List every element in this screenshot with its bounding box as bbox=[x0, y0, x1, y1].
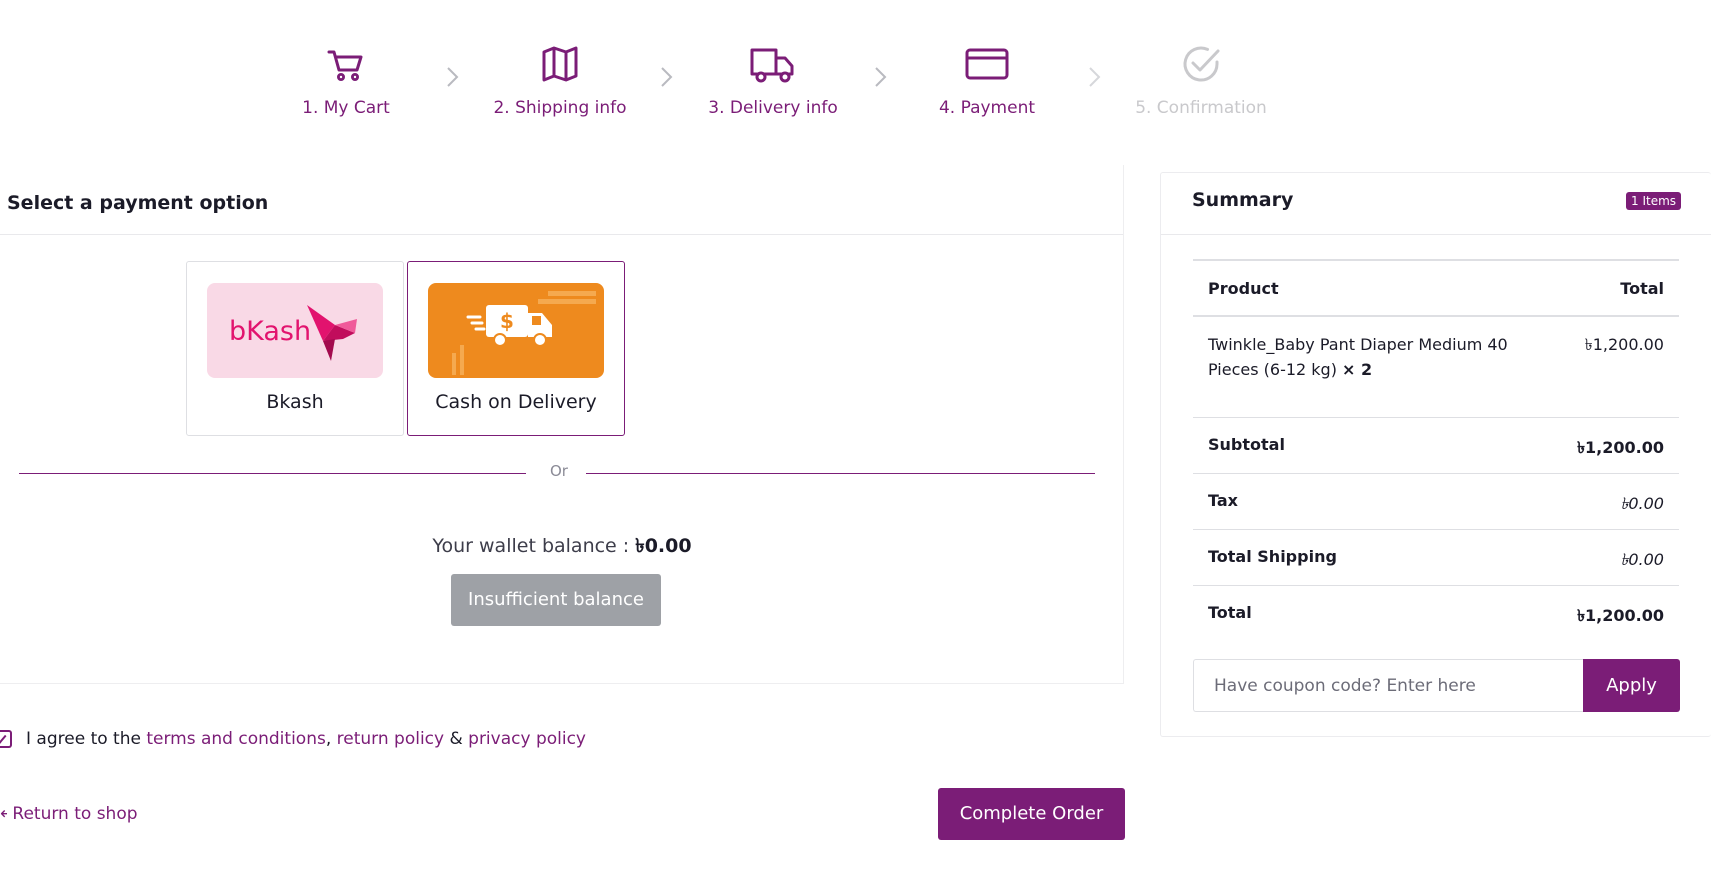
return-label: Return to shop bbox=[12, 804, 138, 824]
order-summary: Summary 1 Items Product Total Twinkle_Ba… bbox=[1160, 172, 1711, 737]
wallet-value: ৳0.00 bbox=[635, 535, 692, 557]
subtotal-row: Subtotal ৳1,200.00 bbox=[1193, 417, 1679, 473]
bkash-bird-icon: bKash bbox=[229, 305, 357, 361]
table-row: Twinkle_Baby Pant Diaper Medium 40 Piece… bbox=[1193, 315, 1679, 417]
cart-icon bbox=[327, 50, 363, 82]
insufficient-balance-button[interactable]: Insufficient balance bbox=[451, 574, 661, 626]
step-payment[interactable]: 4. Payment bbox=[887, 40, 1087, 118]
summary-title: Summary bbox=[1192, 189, 1294, 211]
cod-image: $ bbox=[428, 283, 604, 378]
product-name: Twinkle_Baby Pant Diaper Medium 40 Piece… bbox=[1208, 332, 1518, 382]
step-label: 5. Confirmation bbox=[1135, 98, 1267, 118]
chevron-right-icon bbox=[447, 67, 459, 87]
subtotal-label: Subtotal bbox=[1208, 435, 1285, 454]
product-total: ৳1,200.00 bbox=[1584, 335, 1664, 354]
return-to-shop-link[interactable]: ← Return to shop bbox=[0, 804, 138, 824]
total-row: Total ৳1,200.00 bbox=[1193, 585, 1679, 641]
option-label: Cash on Delivery bbox=[435, 391, 597, 413]
shipping-label: Total Shipping bbox=[1208, 547, 1337, 566]
shipping-row: Total Shipping ৳0.00 bbox=[1193, 529, 1679, 585]
summary-table: Product Total Twinkle_Baby Pant Diaper M… bbox=[1193, 259, 1679, 641]
subtotal-value: ৳1,200.00 bbox=[1577, 438, 1664, 457]
coupon-form: Apply bbox=[1193, 659, 1680, 712]
product-qty: × 2 bbox=[1342, 360, 1373, 379]
divider-line bbox=[586, 473, 1095, 474]
payment-card: Select a payment option bKash Bkash $ Ca… bbox=[0, 165, 1124, 684]
step-delivery-info[interactable]: 3. Delivery info bbox=[673, 40, 873, 118]
or-text: Or bbox=[550, 462, 568, 480]
agree-separator: , bbox=[325, 729, 332, 749]
svg-text:$: $ bbox=[500, 309, 514, 333]
cod-truck-icon: $ bbox=[452, 291, 596, 375]
divider-line bbox=[19, 473, 526, 474]
wallet-balance: Your wallet balance : ৳0.00 bbox=[0, 532, 1124, 564]
total-value: ৳1,200.00 bbox=[1577, 606, 1664, 625]
payment-option-bkash[interactable]: bKash Bkash bbox=[186, 261, 404, 436]
svg-text:bKash: bKash bbox=[229, 316, 311, 347]
agree-separator: & bbox=[449, 729, 463, 749]
agree-prefix: I agree to the bbox=[26, 729, 141, 749]
option-label: Bkash bbox=[266, 391, 324, 413]
summary-header: Summary 1 Items bbox=[1161, 173, 1711, 235]
bkash-logo: bKash bbox=[207, 283, 383, 378]
wallet-label: Your wallet balance : bbox=[432, 535, 636, 557]
tax-row: Tax ৳0.00 bbox=[1193, 473, 1679, 529]
item-count-badge: 1 Items bbox=[1626, 192, 1682, 210]
truck-icon bbox=[750, 48, 794, 83]
step-label: 3. Delivery info bbox=[708, 98, 838, 118]
step-my-cart[interactable]: 1. My Cart bbox=[246, 40, 446, 118]
arrow-left-icon: ← bbox=[0, 804, 7, 824]
payment-heading: Select a payment option bbox=[0, 165, 1123, 235]
tax-value: ৳0.00 bbox=[1620, 494, 1664, 513]
return-policy-link[interactable]: return policy bbox=[337, 729, 444, 749]
checkout-steps: 1. My Cart 2. Shipping info 3. Delivery … bbox=[239, 40, 1416, 140]
map-icon bbox=[542, 46, 578, 82]
step-label: 2. Shipping info bbox=[493, 98, 627, 118]
apply-coupon-button[interactable]: Apply bbox=[1583, 659, 1680, 712]
step-label: 1. My Cart bbox=[302, 98, 390, 118]
coupon-input[interactable] bbox=[1193, 659, 1583, 712]
terms-agreement: I agree to the terms and conditions, ret… bbox=[0, 729, 586, 749]
col-product: Product bbox=[1208, 279, 1279, 298]
check-circle-icon bbox=[1183, 46, 1220, 82]
card-icon bbox=[965, 48, 1009, 80]
col-total: Total bbox=[1620, 279, 1664, 298]
tax-label: Tax bbox=[1208, 491, 1238, 510]
terms-link[interactable]: terms and conditions bbox=[146, 729, 325, 749]
agree-checkbox[interactable] bbox=[0, 730, 12, 748]
step-shipping-info[interactable]: 2. Shipping info bbox=[460, 40, 660, 118]
privacy-policy-link[interactable]: privacy policy bbox=[468, 729, 586, 749]
shipping-value: ৳0.00 bbox=[1620, 550, 1664, 569]
payment-option-cod[interactable]: $ Cash on Delivery bbox=[407, 261, 625, 436]
or-divider: Or bbox=[19, 462, 1095, 482]
complete-order-button[interactable]: Complete Order bbox=[938, 788, 1125, 840]
step-confirmation: 5. Confirmation bbox=[1101, 40, 1301, 118]
table-header-row: Product Total bbox=[1193, 259, 1679, 315]
step-label: 4. Payment bbox=[938, 98, 1036, 118]
total-label: Total bbox=[1208, 603, 1252, 622]
